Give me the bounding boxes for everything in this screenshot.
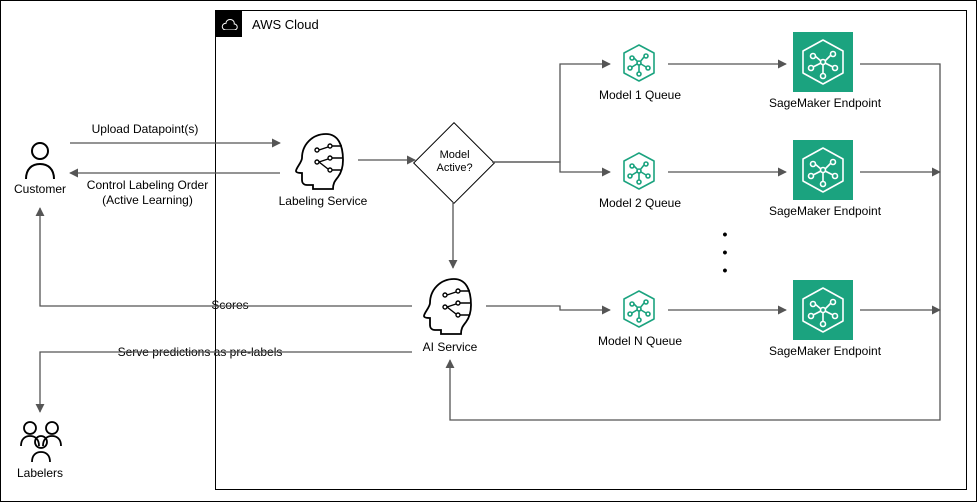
ai-service-icon: [418, 275, 480, 338]
model-n-queue-label: Model N Queue: [595, 334, 685, 349]
sagemaker-endpoint-2-label: SageMaker Endpoint: [765, 204, 885, 219]
labeling-service-icon: [290, 130, 352, 193]
serve-edge-label: Serve predictions as pre-labels: [100, 345, 300, 360]
labeling-service-label: Labeling Service: [268, 194, 378, 209]
aws-cloud-container: AWS Cloud: [215, 10, 967, 490]
sagemaker-endpoint-1-label: SageMaker Endpoint: [765, 96, 885, 111]
cloud-icon: [216, 11, 242, 37]
sagemaker-endpoint-n-icon: [793, 280, 853, 340]
customer-icon: [22, 140, 58, 183]
sagemaker-endpoint-2-icon: [793, 140, 853, 200]
ellipsis-dots: • • •: [715, 225, 735, 280]
control-edge-label: Control Labeling Order (Active Learning): [80, 178, 215, 208]
model-1-queue-label: Model 1 Queue: [595, 88, 685, 103]
upload-edge-label: Upload Datapoint(s): [80, 122, 210, 137]
sagemaker-endpoint-1-icon: [793, 32, 853, 92]
model-1-queue-icon: [618, 42, 660, 87]
model-active-label: Model Active?: [427, 149, 483, 175]
labelers-label: Labelers: [10, 466, 70, 481]
model-2-queue-label: Model 2 Queue: [595, 196, 685, 211]
model-n-queue-icon: [618, 288, 660, 333]
customer-label: Customer: [10, 182, 70, 197]
sagemaker-endpoint-n-label: SageMaker Endpoint: [765, 344, 885, 359]
labelers-icon: [16, 418, 66, 467]
ai-service-label: AI Service: [405, 340, 495, 355]
scores-edge-label: Scores: [200, 298, 260, 313]
aws-cloud-label: AWS Cloud: [252, 17, 319, 32]
model-2-queue-icon: [618, 150, 660, 195]
